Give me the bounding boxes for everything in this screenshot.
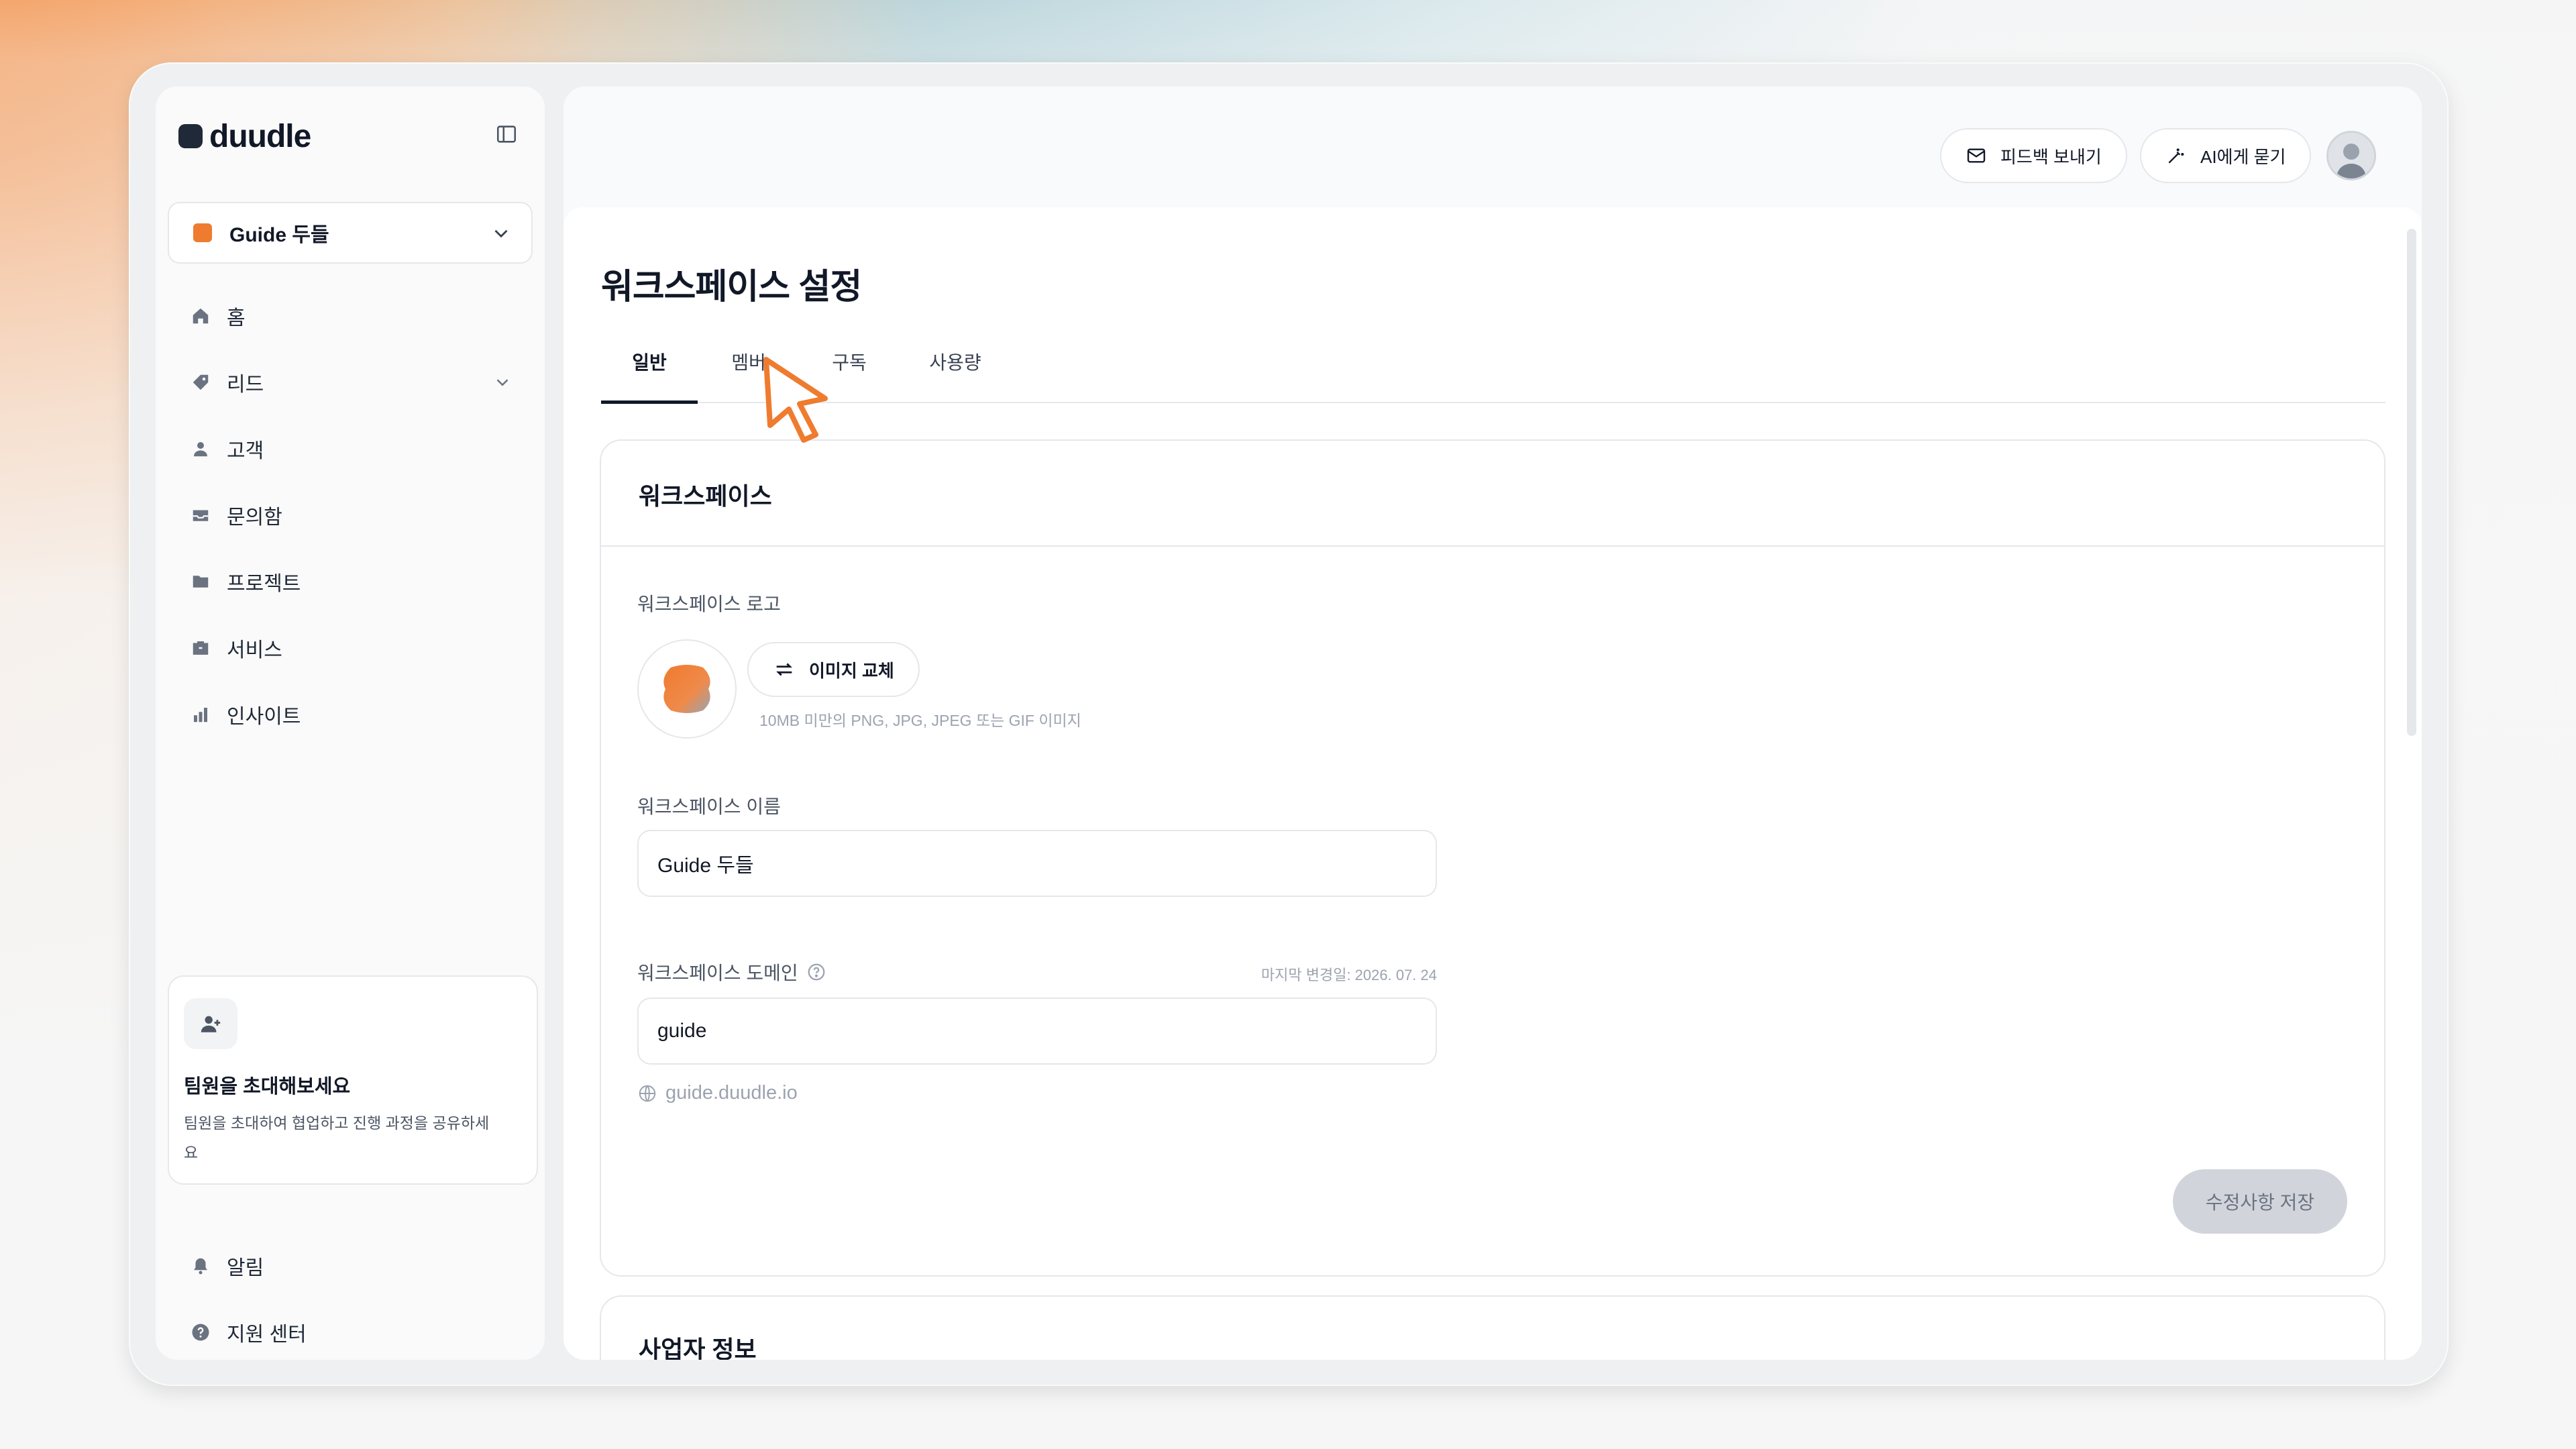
sidebar-item-insights[interactable]: 인사이트 xyxy=(156,681,545,747)
brand-name: duudle xyxy=(209,118,311,154)
workspace-selector[interactable]: Guide 두들 xyxy=(168,202,533,264)
help-icon xyxy=(189,1321,212,1344)
workspace-logo-label: 워크스페이스 로고 xyxy=(637,594,781,614)
bell-icon xyxy=(189,1254,212,1277)
user-plus-icon xyxy=(184,998,237,1049)
workspace-card-title: 워크스페이스 xyxy=(639,482,772,510)
magic-wand-icon xyxy=(2168,148,2184,164)
workspace-logo-preview[interactable] xyxy=(637,639,737,739)
workspace-color-icon xyxy=(193,223,212,242)
home-icon xyxy=(189,305,212,327)
workspace-name-input[interactable] xyxy=(637,830,1437,897)
workspace-domain-input[interactable] xyxy=(637,998,1437,1065)
bar-chart-icon xyxy=(189,703,212,726)
domain-url-row: guide.duudle.io xyxy=(637,1082,798,1104)
domain-url: guide.duudle.io xyxy=(665,1082,798,1104)
workspace-domain-label-row: 워크스페이스 도메인 xyxy=(637,959,826,985)
invite-description: 팀원을 초대하여 협업하고 진행 과정을 공유하세요 xyxy=(184,1114,490,1161)
sidebar-item-label: 지원 센터 xyxy=(227,1323,307,1346)
globe-icon xyxy=(639,1085,656,1102)
ask-ai-button[interactable]: AI에게 묻기 xyxy=(2140,128,2312,183)
avatar-icon xyxy=(2328,133,2374,178)
user-icon xyxy=(189,437,212,460)
sidebar-panel-icon xyxy=(496,125,517,143)
sidebar-item-label: 문의함 xyxy=(227,506,282,529)
sidebar-item-label: 알림 xyxy=(227,1256,264,1279)
workspace-name-label: 워크스페이스 이름 xyxy=(637,796,781,817)
mail-icon xyxy=(1967,148,1986,163)
sidebar-item-label: 서비스 xyxy=(227,639,282,661)
mouse-cursor-icon xyxy=(763,357,828,443)
tag-icon xyxy=(189,371,212,394)
business-info-card: 사업자 정보 xyxy=(600,1295,2385,1360)
settings-content: 워크스페이스 설정 일반 멤버 구독 사용량 워크스페이스 워크스페이스 로고 xyxy=(564,207,2422,1360)
workspace-logo-icon xyxy=(663,665,710,713)
replace-image-label: 이미지 교체 xyxy=(809,660,894,681)
sidebar-item-label: 고객 xyxy=(227,439,264,462)
sidebar-item-label: 인사이트 xyxy=(227,705,301,728)
sidebar-nav: 홈 리드 고객 문의함 프로젝트 서비스 인사이트 xyxy=(156,282,545,747)
sidebar: duudle Guide 두들 홈 리드 고객 문의함 프로젝트 서비스 인사이… xyxy=(156,87,545,1360)
swap-arrows-icon xyxy=(776,663,792,676)
last-changed-date: 마지막 변경일: 2026. 07. 24 xyxy=(1260,967,1437,983)
sidebar-item-label: 리드 xyxy=(227,373,264,396)
brand-logo[interactable]: duudle xyxy=(178,111,311,162)
sidebar-toggle-button[interactable] xyxy=(490,117,523,151)
save-changes-button[interactable]: 수정사항 저장 xyxy=(2173,1169,2347,1234)
briefcase-icon xyxy=(189,637,212,659)
workspace-domain-label: 워크스페이스 도메인 xyxy=(637,963,798,983)
tab-usage[interactable]: 사용량 xyxy=(915,348,996,400)
workspace-card-header: 워크스페이스 xyxy=(601,441,2384,547)
replace-image-button[interactable]: 이미지 교체 xyxy=(747,642,920,697)
sidebar-item-services[interactable]: 서비스 xyxy=(156,614,545,681)
ask-ai-label: AI에게 묻기 xyxy=(2200,146,2286,167)
sidebar-item-notifications[interactable]: 알림 xyxy=(156,1232,545,1299)
app-window: duudle Guide 두들 홈 리드 고객 문의함 프로젝트 서비스 인사이… xyxy=(129,62,2449,1386)
business-info-title: 사업자 정보 xyxy=(639,1336,757,1360)
invite-team-card[interactable]: 팀원을 초대해보세요 팀원을 초대하여 협업하고 진행 과정을 공유하세요 xyxy=(168,975,538,1185)
send-feedback-button[interactable]: 피드백 보내기 xyxy=(1940,128,2127,183)
scrollbar[interactable] xyxy=(2407,229,2416,736)
page-title: 워크스페이스 설정 xyxy=(601,268,862,307)
folder-icon xyxy=(189,570,212,593)
workspace-card: 워크스페이스 워크스페이스 로고 이미지 교체 10MB 미만의 PNG, JP… xyxy=(600,439,2385,1277)
chevron-down-icon xyxy=(494,229,508,238)
sidebar-item-label: 프로젝트 xyxy=(227,572,301,595)
workspace-selector-label: Guide 두들 xyxy=(229,224,329,246)
chevron-down-icon xyxy=(496,378,508,386)
inbox-icon xyxy=(189,504,212,527)
sidebar-item-label: 홈 xyxy=(227,307,246,329)
sidebar-item-support[interactable]: 지원 센터 xyxy=(156,1299,545,1365)
main-panel: 피드백 보내기 AI에게 묻기 워크스페이스 설정 일반 멤버 구독 사용량 워… xyxy=(564,87,2422,1360)
sidebar-item-leads[interactable]: 리드 xyxy=(156,349,545,415)
sidebar-bottom-nav: 알림 지원 센터 xyxy=(156,1232,545,1365)
duudle-logo-icon xyxy=(178,124,203,148)
sidebar-item-customers[interactable]: 고객 xyxy=(156,415,545,482)
help-circle-icon xyxy=(808,963,824,981)
sidebar-item-projects[interactable]: 프로젝트 xyxy=(156,548,545,614)
tab-general[interactable]: 일반 xyxy=(601,348,698,404)
invite-title: 팀원을 초대해보세요 xyxy=(184,1076,351,1097)
user-avatar[interactable] xyxy=(2326,131,2376,180)
settings-tabs: 일반 멤버 구독 사용량 xyxy=(601,348,2385,404)
logo-hint: 10MB 미만의 PNG, JPG, JPEG 또는 GIF 이미지 xyxy=(759,712,1081,729)
send-feedback-label: 피드백 보내기 xyxy=(2000,146,2102,167)
sidebar-item-home[interactable]: 홈 xyxy=(156,282,545,349)
sidebar-item-inbox[interactable]: 문의함 xyxy=(156,482,545,548)
